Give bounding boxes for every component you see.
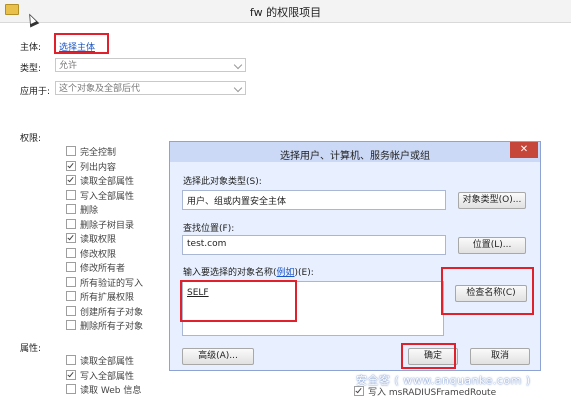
checkbox[interactable] — [66, 262, 76, 272]
close-icon: ✕ — [519, 144, 529, 155]
checkbox-row[interactable]: 删除 — [66, 203, 143, 218]
checkbox-label: 删除子树目录 — [80, 220, 135, 231]
check-names-button[interactable]: 检查名称(C) — [455, 285, 527, 302]
object-types-button[interactable]: 对象类型(O)... — [458, 192, 526, 209]
checkbox[interactable] — [66, 204, 76, 214]
checkbox-row[interactable]: 修改权限 — [66, 247, 143, 262]
object-type-label: 选择此对象类型(S): — [183, 177, 262, 187]
checkbox[interactable] — [66, 320, 76, 330]
dialog-title: 选择用户、计算机、服务帐户或组 — [280, 151, 430, 162]
checkbox-row[interactable]: 写入全部属性 — [66, 369, 141, 384]
properties-label: 属性: — [20, 344, 42, 354]
checkbox[interactable] — [66, 218, 76, 229]
advanced-button[interactable]: 高级(A)... — [182, 348, 254, 365]
object-type-field: 用户、组或内置安全主体 — [182, 190, 446, 210]
select-principal-link[interactable]: 选择主体 — [59, 40, 95, 53]
checkbox-label: 所有验证的写入 — [80, 278, 144, 289]
checkbox[interactable] — [66, 276, 76, 287]
location-label: 查找位置(F): — [183, 224, 235, 234]
checkbox[interactable] — [66, 355, 76, 365]
checkbox-row[interactable]: 读取全部属性 — [66, 354, 141, 369]
type-select[interactable]: 允许 — [55, 58, 246, 72]
property-checkbox-label: 写入 msRADIUSFramedRoute — [368, 388, 497, 398]
checkbox-label: 修改所有者 — [80, 264, 126, 274]
checkbox-row[interactable]: 修改所有者 — [66, 261, 143, 276]
checkbox-row[interactable]: 读取权限 — [66, 232, 143, 247]
checkbox-row[interactable]: 创建所有子对象 — [66, 305, 143, 320]
ok-highlight-box — [401, 343, 456, 369]
checkbox[interactable] — [66, 247, 76, 258]
checkbox-row[interactable]: 列出内容 — [66, 160, 143, 175]
applies-to-label: 应用于: — [20, 87, 51, 97]
checkbox[interactable] — [66, 175, 76, 185]
chevron-down-icon — [233, 83, 243, 93]
checkbox-row[interactable]: 删除所有子对象 — [66, 319, 143, 334]
checkbox-row[interactable]: 完全控制 — [66, 145, 143, 160]
applies-to-select-value: 这个对象及全部后代 — [59, 84, 141, 94]
checkbox[interactable] — [66, 369, 76, 380]
examples-link[interactable]: 例如 — [277, 268, 295, 278]
checkbox-label: 完全控制 — [80, 148, 117, 158]
checkbox-label: 修改权限 — [80, 249, 117, 260]
checkbox-label: 写入全部属性 — [80, 191, 135, 202]
checkbox-row[interactable]: 删除子树目录 — [66, 218, 143, 233]
checkbox[interactable] — [66, 291, 76, 301]
checkbox[interactable] — [66, 160, 76, 171]
checkbox[interactable] — [66, 233, 76, 243]
checkbox-label: 读取全部属性 — [80, 357, 135, 367]
checkbox-label: 列出内容 — [80, 162, 117, 173]
checkbox-label: 创建所有子对象 — [80, 307, 144, 318]
checkbox[interactable] — [66, 384, 76, 394]
names-label-prefix: 输入要选择的对象名称( — [183, 268, 277, 278]
checkbox-label: 删除 — [80, 206, 99, 216]
window-title: fw 的权限项目 — [249, 6, 322, 19]
watermark: 安全客 ( www.anquanke.com ) — [356, 374, 531, 387]
type-label: 类型: — [20, 64, 42, 74]
select-users-dialog: 选择用户、计算机、服务帐户或组 ✕ 选择此对象类型(S): 用户、组或内置安全主… — [169, 141, 541, 371]
names-highlight-box — [180, 280, 297, 322]
location-field: test.com — [182, 235, 446, 255]
chevron-down-icon — [233, 60, 243, 70]
type-select-value: 允许 — [59, 61, 78, 71]
checkbox-row[interactable]: 所有验证的写入 — [66, 276, 143, 291]
checkbox-label: 读取全部属性 — [80, 177, 135, 187]
checkbox[interactable] — [66, 146, 76, 156]
principal-label: 主体: — [20, 43, 42, 53]
names-label-suffix: )(E): — [294, 268, 314, 278]
permissions-list: 完全控制列出内容读取全部属性 写入全部属性 删除删除子树目录 读取权限修改权限修改所有… — [66, 145, 143, 334]
locations-button[interactable]: 位置(L)... — [458, 237, 526, 254]
cancel-button[interactable]: 取消 — [470, 348, 530, 365]
checkbox-label: 删除所有子对象 — [80, 322, 144, 332]
applies-to-select[interactable]: 这个对象及全部后代 — [55, 81, 246, 95]
checkbox-label: 读取 Web 信息 — [80, 386, 142, 396]
checkbox-row[interactable]: 写入全部属性 — [66, 189, 143, 204]
checkbox-row[interactable]: 读取全部属性 — [66, 174, 143, 189]
names-label: 输入要选择的对象名称(例如)(E): — [183, 265, 314, 278]
checkbox-label: 写入全部属性 — [80, 371, 135, 382]
checkbox-row[interactable]: 所有扩展权限 — [66, 290, 143, 305]
checkbox-row[interactable]: 读取 Web 信息 — [66, 383, 141, 398]
checkbox-label: 读取权限 — [80, 235, 117, 245]
checkbox[interactable] — [66, 305, 76, 316]
checkbox[interactable] — [66, 189, 76, 200]
permissions-label: 权限: — [20, 134, 42, 144]
properties-list: 读取全部属性 写入全部属性 读取 Web 信息 — [66, 354, 141, 398]
checkbox-label: 所有扩展权限 — [80, 293, 135, 303]
close-button[interactable]: ✕ — [510, 142, 538, 158]
